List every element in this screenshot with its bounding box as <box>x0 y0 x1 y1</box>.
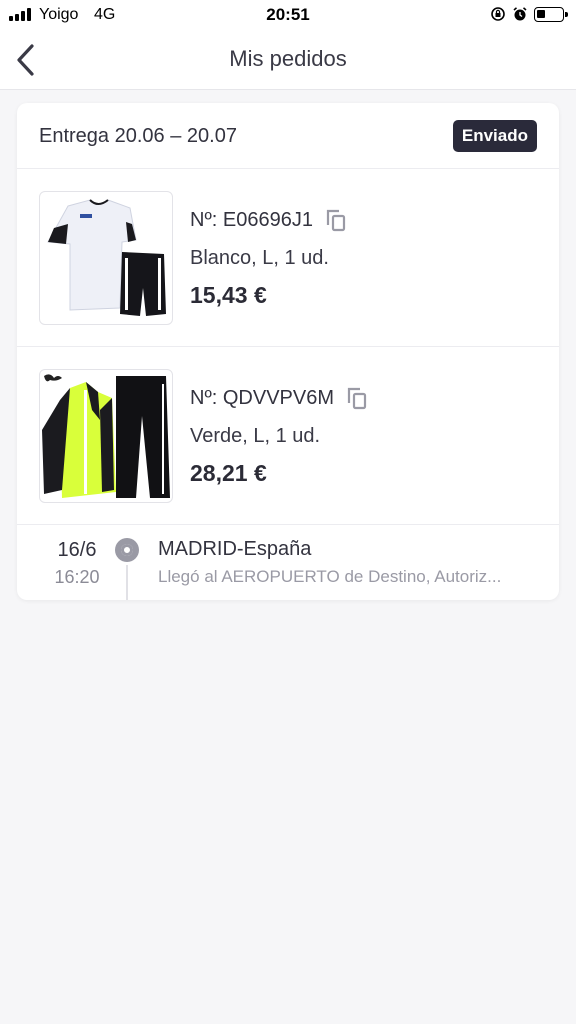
timeline-dot-icon <box>115 538 139 562</box>
timeline-line <box>126 565 128 600</box>
screen: Yoigo 4G 20:51 Mis pedidos Entrega 20.06… <box>0 0 576 1024</box>
delivery-range: Entrega 20.06 – 20.07 <box>39 125 237 147</box>
status-icons <box>490 6 568 22</box>
alarm-icon <box>513 7 527 21</box>
status-badge: Enviado <box>452 120 537 152</box>
item-variant: Blanco, L, 1 ud. <box>190 247 329 269</box>
order-number-row: Nº: QDVVPV6M <box>190 386 368 410</box>
product-image-tshirt <box>39 191 173 325</box>
order-number: Nº: QDVVPV6M <box>190 386 335 409</box>
battery-icon <box>534 6 568 22</box>
item-variant: Verde, L, 1 ud. <box>190 425 321 447</box>
tracking-location: MADRID-España <box>158 538 312 560</box>
copy-icon[interactable] <box>346 386 368 410</box>
order-item[interactable]: Nº: QDVVPV6M Verde, L, 1 ud. 28,21 € <box>17 347 559 525</box>
item-price: 15,43 € <box>190 282 267 308</box>
product-image-tracksuit <box>39 369 173 503</box>
item-price: 28,21 € <box>190 460 267 486</box>
order-item[interactable]: Nº: E06696J1 Blanco, L, 1 ud. 15,43 € <box>17 169 559 347</box>
order-card-header: Entrega 20.06 – 20.07 Enviado <box>17 103 559 169</box>
tracking-time: 16:20 <box>54 567 100 587</box>
rotation-lock-icon <box>491 7 505 21</box>
order-number-row: Nº: E06696J1 <box>190 208 347 232</box>
tracking-entry[interactable]: 16/6 16:20 MADRID-España Llegó al AEROPU… <box>17 525 559 600</box>
order-card[interactable]: Entrega 20.06 – 20.07 Enviado Nº: E06696… <box>17 103 559 600</box>
header: Mis pedidos <box>0 30 576 90</box>
copy-icon[interactable] <box>325 208 347 232</box>
tracking-detail: Llegó al AEROPUERTO de Destino, Autoriz.… <box>158 567 502 586</box>
status-bar: Yoigo 4G 20:51 <box>0 0 576 30</box>
tracking-date: 16/6 <box>57 539 97 561</box>
order-number: Nº: E06696J1 <box>190 208 313 231</box>
page-title: Mis pedidos <box>229 46 347 71</box>
